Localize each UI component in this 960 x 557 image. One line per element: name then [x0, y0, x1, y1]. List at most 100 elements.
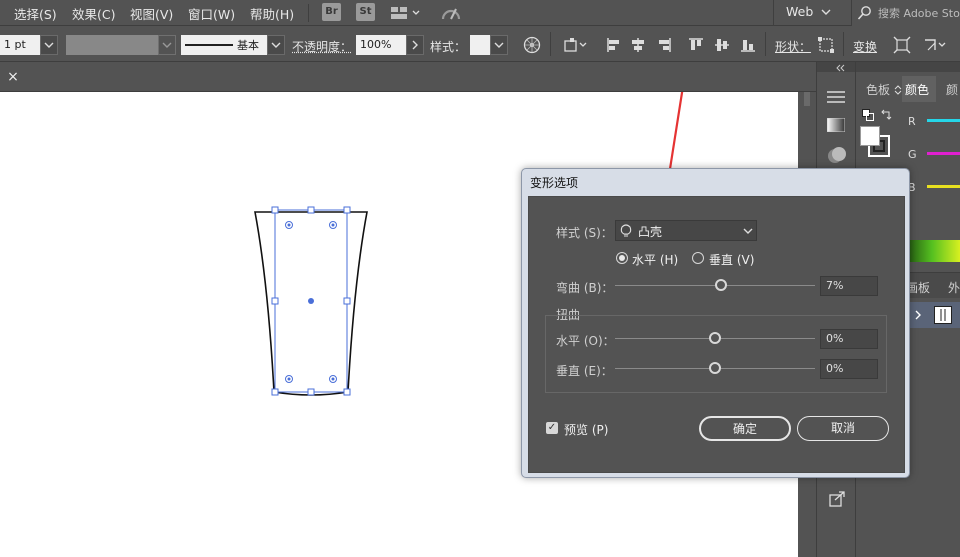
- bend-value-field[interactable]: 7%: [820, 276, 878, 296]
- align-right-icon[interactable]: [655, 36, 673, 54]
- tab-color-guide[interactable]: 颜: [946, 81, 958, 98]
- preview-label[interactable]: 预览 (P): [564, 421, 608, 438]
- align-center-icon[interactable]: [629, 36, 647, 54]
- layer-thumbnail: [934, 306, 952, 324]
- chevron-down-icon[interactable]: [820, 5, 832, 22]
- export-asset-icon[interactable]: [828, 490, 846, 511]
- selection-handle: [272, 389, 278, 395]
- brush-label: 基本: [237, 37, 259, 53]
- selection-handle: [272, 207, 278, 213]
- tab-color-label: 颜色: [905, 81, 929, 98]
- vertical-radio[interactable]: [692, 252, 704, 264]
- warp-options-icon[interactable]: [922, 36, 948, 54]
- control-bar: 1 pt 基本 不透明度： 100% 样式： 形状： 变换: [0, 26, 960, 62]
- align-middle-icon[interactable]: [713, 36, 731, 54]
- shape-label[interactable]: 形状：: [775, 38, 811, 55]
- properties-icon[interactable]: [826, 89, 846, 108]
- stroke-weight-field[interactable]: 1 pt: [0, 35, 40, 55]
- search-icon: [857, 5, 873, 24]
- stock-search-field[interactable]: 搜索 Adobe Stock: [851, 0, 960, 26]
- toolbar-divider: [843, 32, 844, 56]
- menu-select[interactable]: 选择(S): [14, 4, 57, 23]
- swap-fill-stroke-icon[interactable]: [880, 109, 892, 124]
- align-top-icon[interactable]: [687, 36, 705, 54]
- profile-dropdown[interactable]: [158, 35, 176, 55]
- stock-button[interactable]: St: [356, 3, 375, 21]
- horizontal-radio-label[interactable]: 水平 (H): [632, 251, 678, 268]
- scroll-thumb[interactable]: [804, 92, 810, 106]
- align-to-icon[interactable]: [563, 36, 589, 54]
- dialog-body: 样式 (S)： 凸壳 水平 (H) 垂直 (V) 弯曲 (B)： 7% 扭曲 水…: [528, 196, 905, 473]
- tab-swatches[interactable]: 色板: [866, 81, 890, 98]
- appearance-icon[interactable]: [827, 146, 847, 167]
- ok-button[interactable]: 确定: [699, 416, 791, 441]
- style-select[interactable]: 凸壳: [615, 220, 757, 241]
- align-bottom-icon[interactable]: [739, 36, 757, 54]
- distort-horizontal-field[interactable]: 0%: [820, 329, 878, 349]
- menu-bar: 选择(S) 效果(C) 视图(V) 窗口(W) 帮助(H) Br St Web …: [0, 0, 960, 26]
- style-label: 样式：: [430, 38, 466, 55]
- brush-dropdown[interactable]: [267, 35, 285, 55]
- distort-horizontal-knob[interactable]: [709, 332, 721, 344]
- document-tab-bar: ×: [0, 62, 816, 92]
- close-document-icon[interactable]: ×: [4, 68, 22, 86]
- warp-style-icon: [620, 224, 632, 241]
- gradient-icon[interactable]: [827, 118, 845, 135]
- default-fill-stroke-icon[interactable]: [862, 109, 874, 124]
- arrange-documents-icon[interactable]: [390, 4, 420, 25]
- distort-horizontal-label: 水平 (O)：: [556, 332, 615, 349]
- selection-handle: [308, 207, 314, 213]
- menu-effect[interactable]: 效果(C): [72, 4, 115, 23]
- selection-handle: [344, 389, 350, 395]
- brush-stroke-preview: [185, 44, 233, 46]
- distort-horizontal-slider[interactable]: [615, 330, 815, 346]
- recolor-artwork-icon[interactable]: [523, 36, 541, 54]
- distort-vertical-field[interactable]: 0%: [820, 359, 878, 379]
- chevron-down-icon: [742, 225, 754, 240]
- bend-slider[interactable]: [615, 277, 815, 293]
- opacity-label[interactable]: 不透明度：: [292, 38, 352, 55]
- graphic-style-dropdown[interactable]: [490, 35, 508, 55]
- expand-arrow-icon[interactable]: [914, 309, 922, 324]
- tab-appearance[interactable]: 外: [948, 279, 960, 296]
- shape-bounds-icon[interactable]: [817, 36, 835, 54]
- gpu-performance-icon[interactable]: [440, 3, 462, 26]
- fill-swatch[interactable]: [860, 126, 880, 146]
- graphic-style-swatch[interactable]: [470, 35, 490, 55]
- selection-handle: [344, 207, 350, 213]
- variable-width-profile[interactable]: [66, 35, 158, 55]
- layer-row[interactable]: [906, 302, 960, 328]
- bend-slider-knob[interactable]: [715, 279, 727, 291]
- opacity-field[interactable]: 100%: [356, 35, 406, 55]
- vertical-radio-label[interactable]: 垂直 (V): [709, 251, 754, 268]
- dialog-title: 变形选项: [530, 174, 578, 191]
- center-point: [308, 298, 314, 304]
- opacity-expand-button[interactable]: [406, 35, 424, 55]
- menu-window[interactable]: 窗口(W): [188, 4, 235, 23]
- bend-label: 弯曲 (B)：: [556, 279, 613, 296]
- color-spectrum[interactable]: [904, 240, 960, 262]
- toolbar-divider: [765, 32, 766, 56]
- transform-label[interactable]: 变换: [853, 38, 877, 55]
- channel-g-slider[interactable]: [927, 152, 960, 155]
- channel-b-slider[interactable]: [927, 185, 960, 188]
- collapse-dock-bar[interactable]: [817, 62, 855, 72]
- preview-checkbox[interactable]: ✓: [546, 422, 558, 434]
- workspace-switcher[interactable]: Web: [786, 4, 813, 19]
- distort-vertical-knob[interactable]: [709, 362, 721, 374]
- channel-g-label: G: [908, 148, 917, 161]
- channel-r-slider[interactable]: [927, 119, 960, 122]
- menu-view[interactable]: 视图(V): [130, 4, 173, 23]
- horizontal-radio[interactable]: [616, 252, 628, 264]
- stroke-weight-dropdown[interactable]: [40, 35, 58, 55]
- menu-help[interactable]: 帮助(H): [250, 4, 294, 23]
- cancel-button[interactable]: 取消: [797, 416, 889, 441]
- align-left-icon[interactable]: [605, 36, 623, 54]
- brush-definition[interactable]: 基本: [181, 35, 267, 55]
- tab-switch-arrows-icon[interactable]: [894, 84, 902, 99]
- distort-vertical-slider[interactable]: [615, 360, 815, 376]
- warp-options-dialog: 变形选项 样式 (S)： 凸壳 水平 (H) 垂直 (V) 弯曲 (B)： 7%…: [521, 168, 910, 478]
- bridge-button[interactable]: Br: [322, 3, 341, 21]
- selection-handle: [272, 298, 278, 304]
- isolate-selection-icon[interactable]: [893, 36, 911, 54]
